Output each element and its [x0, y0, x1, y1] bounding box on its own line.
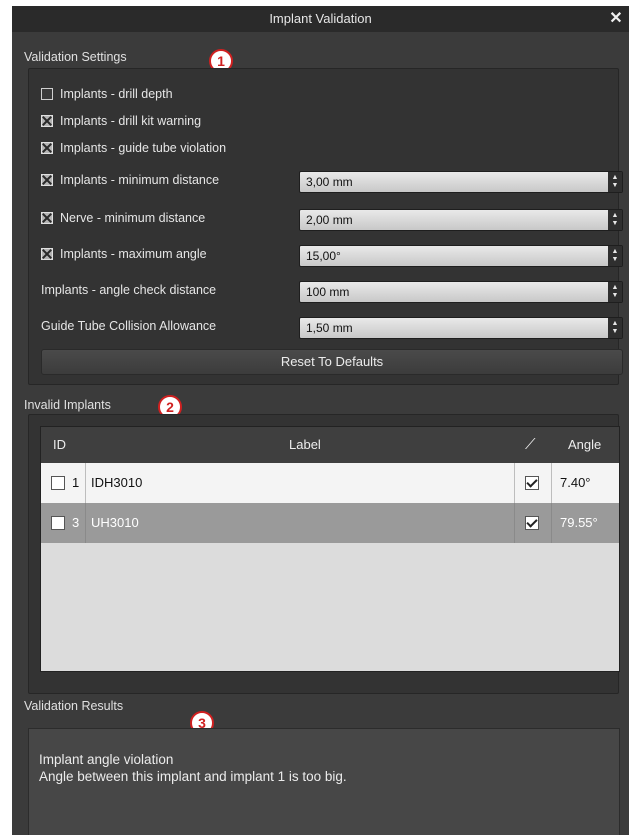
check-label: Implants - guide tube violation: [60, 141, 227, 155]
guide-tube-allowance-label: Guide Tube Collision Allowance: [41, 319, 217, 333]
invalid-implants-table: ID Label ⟋ Angle 1 IDH3010 7.40° 3 UH301…: [40, 426, 620, 672]
check-nerve-min-distance[interactable]: Nerve - minimum distance: [41, 207, 205, 229]
window-title: Implant Validation: [269, 11, 372, 26]
column-header-angle[interactable]: Angle: [568, 427, 601, 463]
result-line-1: Implant angle violation: [39, 752, 174, 767]
checkbox-implants-min-distance[interactable]: [41, 173, 53, 186]
row-id: 3: [72, 515, 80, 530]
angle-check-distance-spinbox[interactable]: 100 mm ▲ ▼: [299, 281, 623, 303]
validation-settings-group: Implants - drill depth Implants - drill …: [28, 68, 623, 385]
row-select-checkbox[interactable]: [51, 475, 65, 490]
table-row[interactable]: 1 IDH3010 7.40°: [41, 463, 619, 503]
setting-label: Implants - minimum distance: [60, 173, 220, 187]
row-visible-checkbox[interactable]: [525, 515, 539, 530]
spin-arrows-icon[interactable]: ▲ ▼: [608, 246, 622, 266]
row-label: IDH3010: [91, 475, 143, 490]
guide-tube-allowance-spinbox[interactable]: 1,50 mm ▲ ▼: [299, 317, 623, 339]
setting-label: Implants - maximum angle: [60, 247, 207, 261]
spin-arrows-icon[interactable]: ▲ ▼: [608, 318, 622, 338]
pencil-icon[interactable]: ⟋: [525, 427, 536, 463]
close-icon[interactable]: ✕: [607, 6, 625, 32]
implants-max-angle-spinbox[interactable]: 15,00° ▲ ▼: [299, 245, 623, 267]
reset-to-defaults-button[interactable]: Reset To Defaults: [41, 349, 623, 375]
spin-value: 3,00 mm: [306, 175, 353, 189]
spin-value: 2,00 mm: [306, 213, 353, 227]
spin-arrows-icon[interactable]: ▲ ▼: [608, 282, 622, 302]
validation-results-box: Implant angle violation Angle between th…: [28, 728, 620, 835]
table-row[interactable]: 3 UH3010 79.55°: [41, 503, 619, 543]
angle-check-distance-label: Implants - angle check distance: [41, 283, 217, 297]
checkbox-nerve-min-distance[interactable]: [41, 211, 53, 224]
check-drill-depth[interactable]: Implants - drill depth: [41, 83, 173, 105]
row-angle: 7.40°: [560, 475, 591, 490]
column-header-label[interactable]: Label: [289, 427, 321, 463]
row-id: 1: [72, 475, 80, 490]
nerve-min-distance-spinbox[interactable]: 2,00 mm ▲ ▼: [299, 209, 623, 231]
spin-value: 1,50 mm: [306, 321, 353, 335]
invalid-implants-title: Invalid Implants: [24, 398, 111, 412]
row-visible-checkbox[interactable]: [525, 475, 539, 490]
setting-label: Nerve - minimum distance: [60, 211, 206, 225]
check-implants-min-distance[interactable]: Implants - minimum distance: [41, 169, 219, 191]
check-label: Implants - drill depth: [60, 87, 173, 101]
row-angle: 79.55°: [560, 515, 598, 530]
validation-settings-title: Validation Settings: [24, 50, 127, 64]
validation-results-title: Validation Results: [24, 699, 124, 713]
checkbox-drill-depth[interactable]: [41, 87, 53, 100]
spin-value: 100 mm: [306, 285, 350, 299]
check-drill-kit-warning[interactable]: Implants - drill kit warning: [41, 110, 201, 132]
implant-validation-dialog: Implant Validation ✕ Validation Settings…: [12, 6, 629, 835]
check-implants-max-angle[interactable]: Implants - maximum angle: [41, 243, 207, 265]
row-select-checkbox[interactable]: [51, 515, 65, 530]
checkbox-implants-max-angle[interactable]: [41, 247, 53, 260]
result-line-2: Angle between this implant and implant 1…: [39, 769, 347, 784]
table-header: ID Label ⟋ Angle: [41, 427, 619, 463]
title-bar: Implant Validation ✕: [12, 6, 629, 32]
checkbox-guide-tube-violation[interactable]: [41, 141, 53, 154]
check-guide-tube-violation[interactable]: Implants - guide tube violation: [41, 137, 226, 159]
row-label: UH3010: [91, 515, 139, 530]
column-header-id[interactable]: ID: [53, 427, 66, 463]
spin-arrows-icon[interactable]: ▲ ▼: [608, 172, 622, 192]
checkbox-drill-kit-warning[interactable]: [41, 114, 53, 127]
check-label: Implants - drill kit warning: [60, 114, 202, 128]
spin-value: 15,00°: [306, 249, 341, 263]
implants-min-distance-spinbox[interactable]: 3,00 mm ▲ ▼: [299, 171, 623, 193]
spin-arrows-icon[interactable]: ▲ ▼: [608, 210, 622, 230]
